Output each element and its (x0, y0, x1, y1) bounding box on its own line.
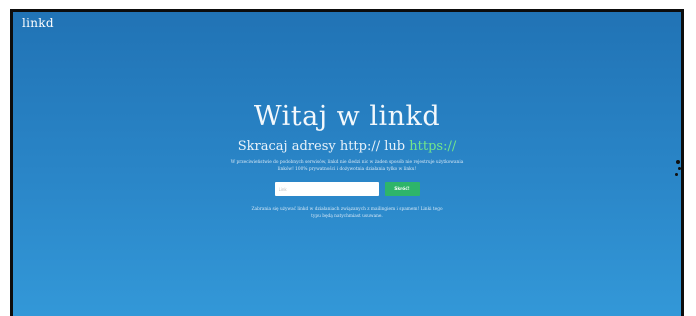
page-title: Witaj w linkd (253, 101, 441, 132)
page-subtitle: Skracaj adresy http:// lub https:// (13, 138, 681, 156)
subtitle-https: https:// (409, 139, 457, 154)
privacy-description: W przeciwieństwie do podobnych serwisów,… (230, 160, 464, 172)
site-logo[interactable]: linkd (22, 16, 54, 30)
hero-section: Witaj w linkd Skracaj adresy http:// lub… (13, 100, 681, 220)
shorten-button[interactable]: Skróć! (384, 182, 420, 196)
shorten-form: Skróć! (13, 182, 681, 196)
browser-viewport: linkd Witaj w linkd Skracaj adresy http:… (10, 9, 684, 316)
spam-notice: Zabrania się używać linkd w działaniach … (251, 207, 443, 219)
url-input[interactable] (274, 182, 379, 196)
subtitle-text: Skracaj adresy http:// lub (237, 139, 410, 154)
